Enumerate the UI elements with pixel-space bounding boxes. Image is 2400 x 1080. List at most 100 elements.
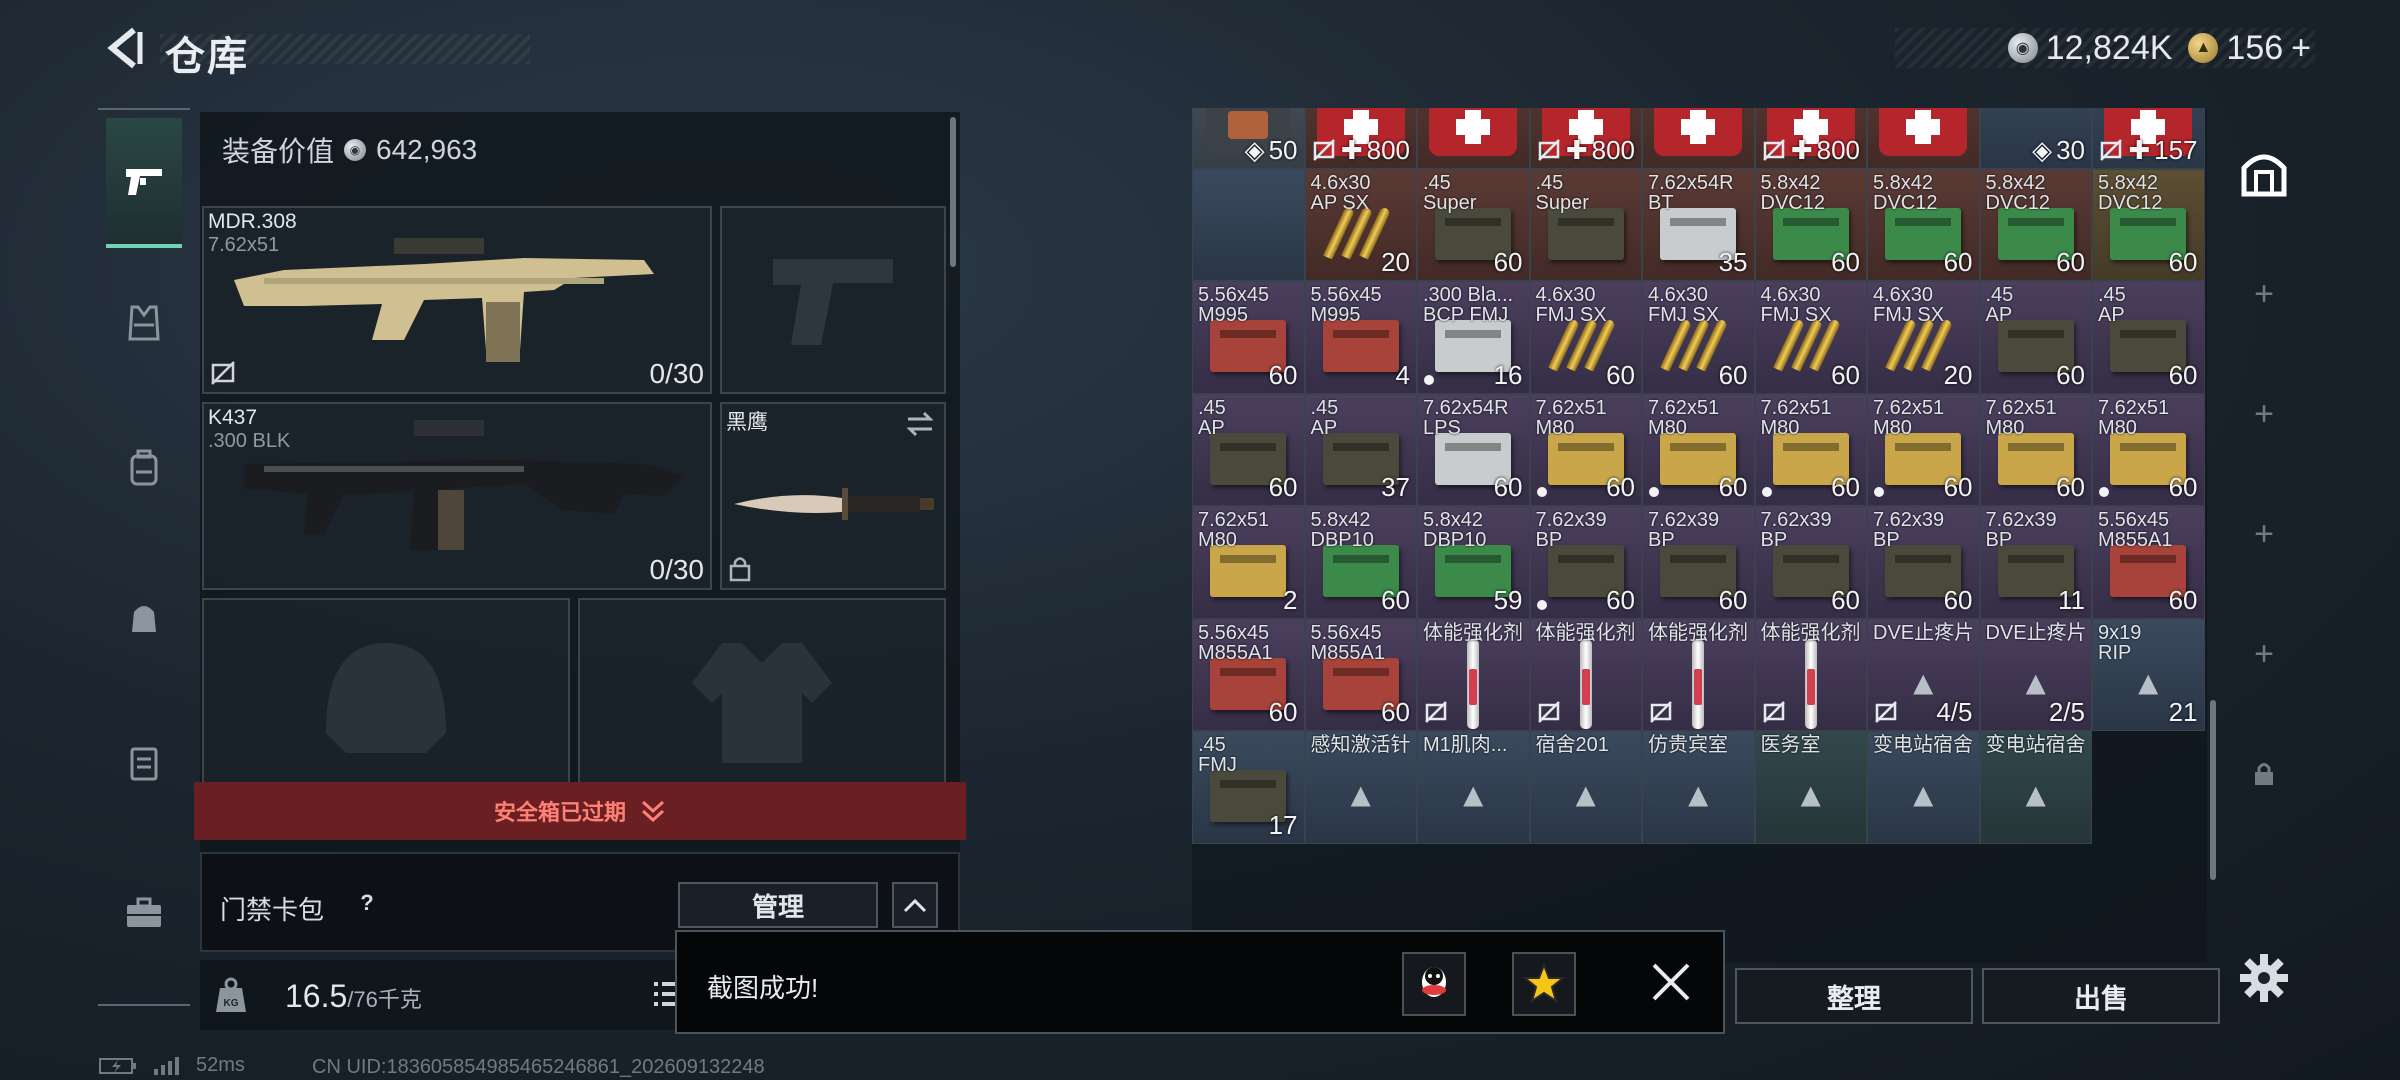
storage-item[interactable]: ▲ 仿贵宾室 — [1642, 731, 1755, 844]
storage-item[interactable]: ▲ 感知激活针 — [1304, 731, 1417, 844]
storage-item[interactable]: ◈ 30 — [1979, 108, 2092, 169]
storage-item[interactable]: 5.56x45 M855A1 60 — [2092, 506, 2205, 619]
storage-scrollbar[interactable] — [2210, 700, 2216, 880]
category-weapons[interactable] — [106, 118, 182, 248]
storage-item[interactable]: 5.56x45 M855A1 60 — [1192, 618, 1305, 731]
storage-item[interactable]: ▲ 9x19 RIP 21 — [2092, 618, 2205, 731]
storage-item[interactable]: .45 AP 60 — [1979, 281, 2092, 394]
storage-item[interactable]: .45 FMJ 17 — [1192, 731, 1305, 844]
safe-box-expired-banner[interactable]: 安全箱已过期 — [194, 782, 966, 840]
storage-item[interactable]: 4.6x30 FMJ SX 20 — [1867, 281, 1980, 394]
container-main[interactable] — [2228, 138, 2300, 210]
storage-item[interactable]: 5.56x45 M995 60 — [1192, 281, 1305, 394]
storage-item[interactable]: .45 AP 60 — [1192, 393, 1305, 506]
storage-item[interactable]: 体能强化剂 — [1754, 618, 1867, 731]
storage-item[interactable]: 5.8x42 DVC12 60 — [1867, 168, 1980, 281]
storage-item[interactable]: .45 Super 60 — [1417, 168, 1530, 281]
category-armor[interactable] — [106, 258, 182, 388]
share-qq-button[interactable] — [1402, 952, 1466, 1016]
back-button[interactable] — [96, 22, 156, 74]
storage-item[interactable] — [1192, 168, 1305, 281]
storage-item[interactable]: ▲ DVE止疼片 4/5 — [1867, 618, 1980, 731]
storage-item[interactable]: .300 Bla... BCP FMJ 16 — [1417, 281, 1530, 394]
storage-item[interactable] — [1417, 108, 1530, 169]
primary-weapon-slot[interactable]: MDR.308 7.62x51 0/30 — [202, 206, 712, 394]
equipment-scrollbar[interactable] — [950, 117, 956, 267]
storage-item[interactable]: 标准头盔◈50 — [1192, 108, 1305, 169]
storage-item[interactable]: 5.8x42 DVC12 60 — [2092, 168, 2205, 281]
item-name: 感知激活针 — [1310, 734, 1411, 756]
storage-item[interactable]: 4.6x30 FMJ SX 60 — [1529, 281, 1642, 394]
manage-button[interactable]: 管理 — [678, 882, 878, 928]
close-icon[interactable] — [1643, 954, 1699, 1010]
gear-icon[interactable] — [2236, 950, 2292, 1006]
add-container-4[interactable]: + — [2228, 618, 2300, 690]
pistol-placeholder-icon — [722, 208, 944, 392]
secondary-weapon-slot[interactable]: K437 .300 BLK 0/30 — [202, 402, 712, 590]
storage-item[interactable]: 7.62x54R BT 35 — [1642, 168, 1755, 281]
storage-item[interactable]: 7.62x51 M80 60 — [1642, 393, 1755, 506]
add-container-1[interactable]: + — [2228, 258, 2300, 330]
storage-item[interactable]: 7.62x51 M80 60 — [1754, 393, 1867, 506]
storage-item[interactable]: 7.62x54R LPS 60 — [1417, 393, 1530, 506]
storage-item[interactable]: 7.62x39 BP 60 — [1642, 506, 1755, 619]
storage-item[interactable] — [1867, 108, 1980, 169]
storage-item[interactable]: 体能强化剂 — [1417, 618, 1530, 731]
storage-item[interactable]: ✚ 800 — [1754, 108, 1867, 169]
storage-item[interactable]: 5.56x45 M995 4 — [1304, 281, 1417, 394]
armor-slot[interactable] — [578, 598, 946, 798]
storage-item[interactable]: ✚ 800 — [1304, 108, 1417, 169]
storage-item[interactable]: 7.62x39 BP 60 — [1867, 506, 1980, 619]
storage-item[interactable]: 5.8x42 DVC12 60 — [1754, 168, 1867, 281]
storage-item[interactable]: 体能强化剂 — [1642, 618, 1755, 731]
category-rig[interactable] — [106, 698, 182, 828]
storage-item[interactable] — [1642, 108, 1755, 169]
storage-item[interactable]: 野战急救包✚157 — [2092, 108, 2205, 169]
storage-item[interactable]: 5.8x42 DBP10 59 — [1417, 506, 1530, 619]
storage-item[interactable]: 7.62x51 M80 2 — [1192, 506, 1305, 619]
storage-item[interactable]: ▲ DVE止疼片 2/5 — [1979, 618, 2092, 731]
item-quantity: 60 — [1719, 360, 1748, 391]
storage-item[interactable]: 4.6x30 FMJ SX 60 — [1642, 281, 1755, 394]
help-icon[interactable]: ? — [352, 888, 382, 918]
storage-item[interactable]: 7.62x39 BP 11 — [1979, 506, 2092, 619]
category-backpack[interactable] — [106, 403, 182, 533]
add-container-2[interactable]: + — [2228, 378, 2300, 450]
category-case[interactable] — [106, 848, 182, 978]
helmet-slot[interactable] — [202, 598, 570, 798]
storage-item[interactable]: .45 Super — [1529, 168, 1642, 281]
add-container-3[interactable]: + — [2228, 498, 2300, 570]
storage-item[interactable]: 7.62x51 M80 60 — [2092, 393, 2205, 506]
swap-icon[interactable] — [904, 410, 936, 438]
storage-item[interactable]: 7.62x51 M80 60 — [1979, 393, 2092, 506]
gold-currency[interactable]: ▲ 156 + — [2188, 29, 2311, 68]
storage-item[interactable]: 5.8x42 DVC12 60 — [1979, 168, 2092, 281]
storage-item[interactable]: 4.6x30 AP SX 20 — [1304, 168, 1417, 281]
storage-item[interactable]: 7.62x39 BP 60 — [1529, 506, 1642, 619]
no-sell-icon — [1650, 701, 1672, 723]
storage-item[interactable]: 5.56x45 M855A1 60 — [1304, 618, 1417, 731]
storage-item[interactable]: ▲ 变电站宿舍 — [1867, 731, 1980, 844]
share-qzone-button[interactable] — [1512, 952, 1576, 1016]
storage-item[interactable]: 4.6x30 FMJ SX 60 — [1754, 281, 1867, 394]
collapse-button[interactable] — [892, 882, 938, 928]
storage-item[interactable]: ▲ 医务室 — [1754, 731, 1867, 844]
storage-item[interactable]: ✚ 800 — [1529, 108, 1642, 169]
storage-item[interactable]: 7.62x51 M80 60 — [1867, 393, 1980, 506]
gold-add-icon[interactable]: + — [2291, 29, 2311, 68]
storage-item[interactable]: 7.62x51 M80 60 — [1529, 393, 1642, 506]
storage-item[interactable]: 5.8x42 DBP10 60 — [1304, 506, 1417, 619]
sell-button[interactable]: 出售 — [1982, 968, 2220, 1024]
storage-item[interactable]: ▲ M1肌肉... — [1417, 731, 1530, 844]
storage-item[interactable]: .45 AP 60 — [2092, 281, 2205, 394]
storage-item[interactable]: .45 AP 37 — [1304, 393, 1417, 506]
pistol-slot[interactable] — [720, 206, 946, 394]
storage-item[interactable]: ▲ 变电站宿舍 — [1979, 731, 2092, 844]
melee-slot[interactable]: 黑鹰 — [720, 402, 946, 590]
arrange-button[interactable]: 整理 — [1735, 968, 1973, 1024]
category-pouch[interactable] — [106, 553, 182, 683]
storage-item[interactable]: 体能强化剂 — [1529, 618, 1642, 731]
storage-item[interactable]: ▲ 宿舍201 — [1529, 731, 1642, 844]
locked-container[interactable] — [2228, 738, 2300, 810]
storage-item[interactable]: 7.62x39 BP 60 — [1754, 506, 1867, 619]
